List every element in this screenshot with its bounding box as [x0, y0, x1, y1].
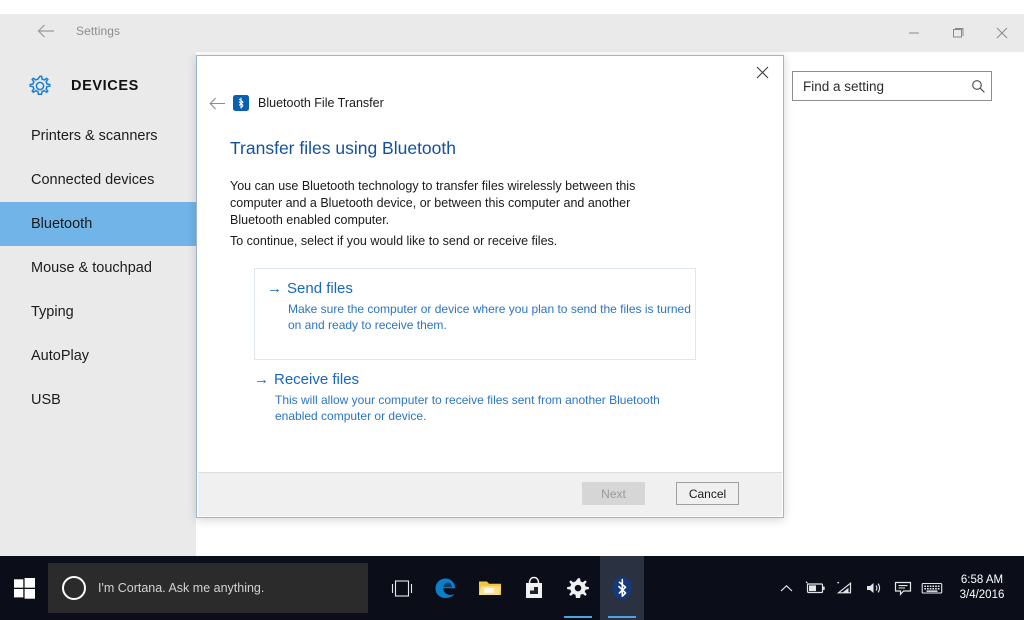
dialog-paragraph-1: You can use Bluetooth technology to tran… — [230, 179, 636, 227]
cancel-button[interactable]: Cancel — [676, 482, 739, 505]
send-files-label[interactable]: Send files — [287, 280, 353, 297]
battery-icon[interactable] — [801, 581, 830, 595]
settings-gear-icon[interactable] — [556, 556, 600, 620]
bluetooth-file-transfer-dialog: Bluetooth File Transfer Transfer files u… — [196, 55, 784, 518]
taskbar: I'm Cortana. Ask me anything. 6:58 AM 3/… — [0, 556, 1024, 620]
minimize-icon[interactable] — [892, 14, 936, 52]
sidebar-item-connected-devices[interactable]: Connected devices — [0, 158, 196, 202]
arrow-right-icon: → — [254, 371, 269, 388]
dialog-nav-bar: Bluetooth File Transfer — [197, 90, 783, 116]
sidebar-item-bluetooth[interactable]: Bluetooth — [0, 202, 196, 246]
clock-date: 3/4/2016 — [959, 589, 1005, 601]
keyboard-icon[interactable] — [917, 581, 946, 595]
dialog-paragraph-2: To continue, select if you would like to… — [230, 234, 558, 248]
edge-browser-icon[interactable] — [424, 556, 468, 620]
close-icon[interactable] — [980, 14, 1024, 52]
receive-files-option[interactable]: → Receive files This will allow your com… — [254, 371, 704, 424]
task-view-icon[interactable] — [380, 556, 424, 620]
clock-time: 6:58 AM — [960, 574, 1004, 586]
action-center-icon[interactable] — [888, 581, 917, 596]
sidebar-nav-list: Printers & scanners Connected devices Bl… — [0, 114, 196, 422]
sidebar-category-header: DEVICES — [0, 64, 196, 108]
receive-files-description: This will allow your computer to receive… — [275, 393, 660, 423]
maximize-icon[interactable] — [936, 14, 980, 52]
search-icon[interactable] — [965, 79, 991, 94]
dialog-back-arrow-icon[interactable] — [205, 92, 229, 114]
taskbar-clock[interactable]: 6:58 AM 3/4/2016 — [946, 573, 1018, 603]
sidebar-category-label: DEVICES — [71, 78, 139, 94]
microsoft-store-icon[interactable] — [512, 556, 556, 620]
bluetooth-icon — [233, 95, 249, 111]
dialog-nav-title: Bluetooth File Transfer — [258, 96, 384, 110]
dialog-close-icon[interactable] — [742, 57, 782, 87]
start-button[interactable] — [0, 556, 48, 620]
taskbar-app-icons — [380, 556, 644, 620]
sidebar-item-printers-scanners[interactable]: Printers & scanners — [0, 114, 196, 158]
back-arrow-icon[interactable] — [35, 23, 57, 43]
window-controls — [892, 14, 1024, 52]
sidebar-item-mouse-touchpad[interactable]: Mouse & touchpad — [0, 246, 196, 290]
bluetooth-icon[interactable] — [600, 556, 644, 620]
send-files-title-row: → Send files — [267, 280, 696, 297]
search-input-value[interactable]: Find a setting — [803, 79, 965, 94]
receive-files-label[interactable]: Receive files — [274, 371, 359, 388]
sidebar-item-usb[interactable]: USB — [0, 378, 196, 422]
sidebar-item-autoplay[interactable]: AutoPlay — [0, 334, 196, 378]
window-title: Settings — [76, 24, 121, 38]
dialog-footer: Next Cancel — [198, 472, 782, 516]
window-titlebar: Settings — [0, 14, 1024, 52]
sidebar: DEVICES Printers & scanners Connected de… — [0, 52, 196, 556]
screen: Settings DEVICES Printers & scanners Con… — [0, 0, 1024, 620]
arrow-right-icon: → — [267, 280, 282, 297]
taskbar-spacer — [644, 556, 772, 620]
next-button: Next — [582, 482, 645, 505]
dialog-heading: Transfer files using Bluetooth — [230, 138, 456, 158]
system-tray: 6:58 AM 3/4/2016 — [772, 556, 1024, 620]
sidebar-item-typing[interactable]: Typing — [0, 290, 196, 334]
receive-files-title-row: → Receive files — [254, 371, 704, 388]
send-files-description: Make sure the computer or device where y… — [288, 302, 691, 332]
send-files-option[interactable]: → Send files Make sure the computer or d… — [254, 268, 696, 333]
cortana-circle-icon — [62, 576, 86, 600]
gear-icon — [25, 71, 55, 101]
file-explorer-icon[interactable] — [468, 556, 512, 620]
cortana-placeholder[interactable]: I'm Cortana. Ask me anything. — [98, 581, 264, 595]
search-input[interactable]: Find a setting — [792, 71, 992, 101]
cortana-search-box[interactable]: I'm Cortana. Ask me anything. — [48, 563, 368, 613]
wifi-icon[interactable] — [830, 581, 859, 595]
show-hidden-icons-icon[interactable] — [772, 584, 801, 593]
volume-icon[interactable] — [859, 581, 888, 595]
